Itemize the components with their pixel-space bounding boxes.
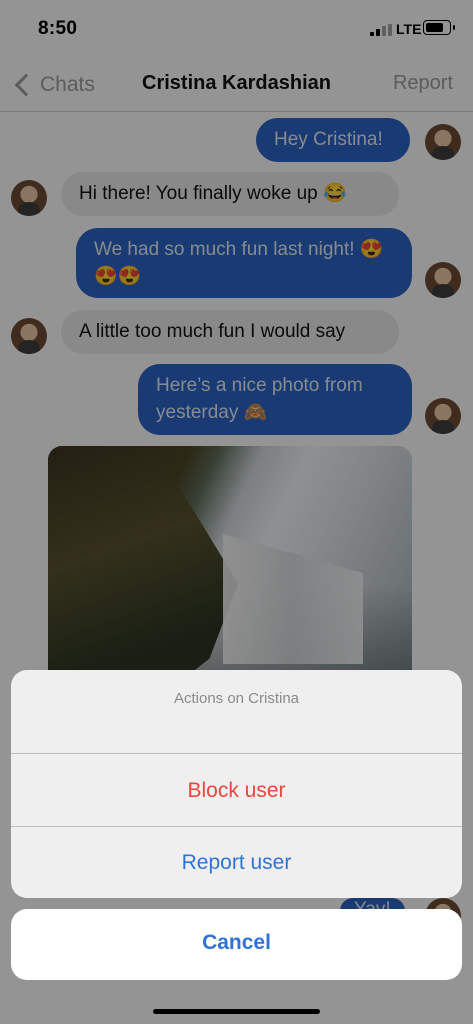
block-user-button[interactable]: Block user [11,779,462,803]
cancel-button[interactable]: Cancel [11,909,462,980]
action-sheet-title: Actions on Cristina [173,690,300,707]
report-user-button[interactable]: Report user [11,851,462,875]
divider [11,826,462,827]
cancel-label: Cancel [202,931,271,954]
action-sheet: Actions on Cristina Block user Report us… [11,670,462,898]
home-indicator[interactable] [153,1009,320,1014]
divider [11,753,462,754]
